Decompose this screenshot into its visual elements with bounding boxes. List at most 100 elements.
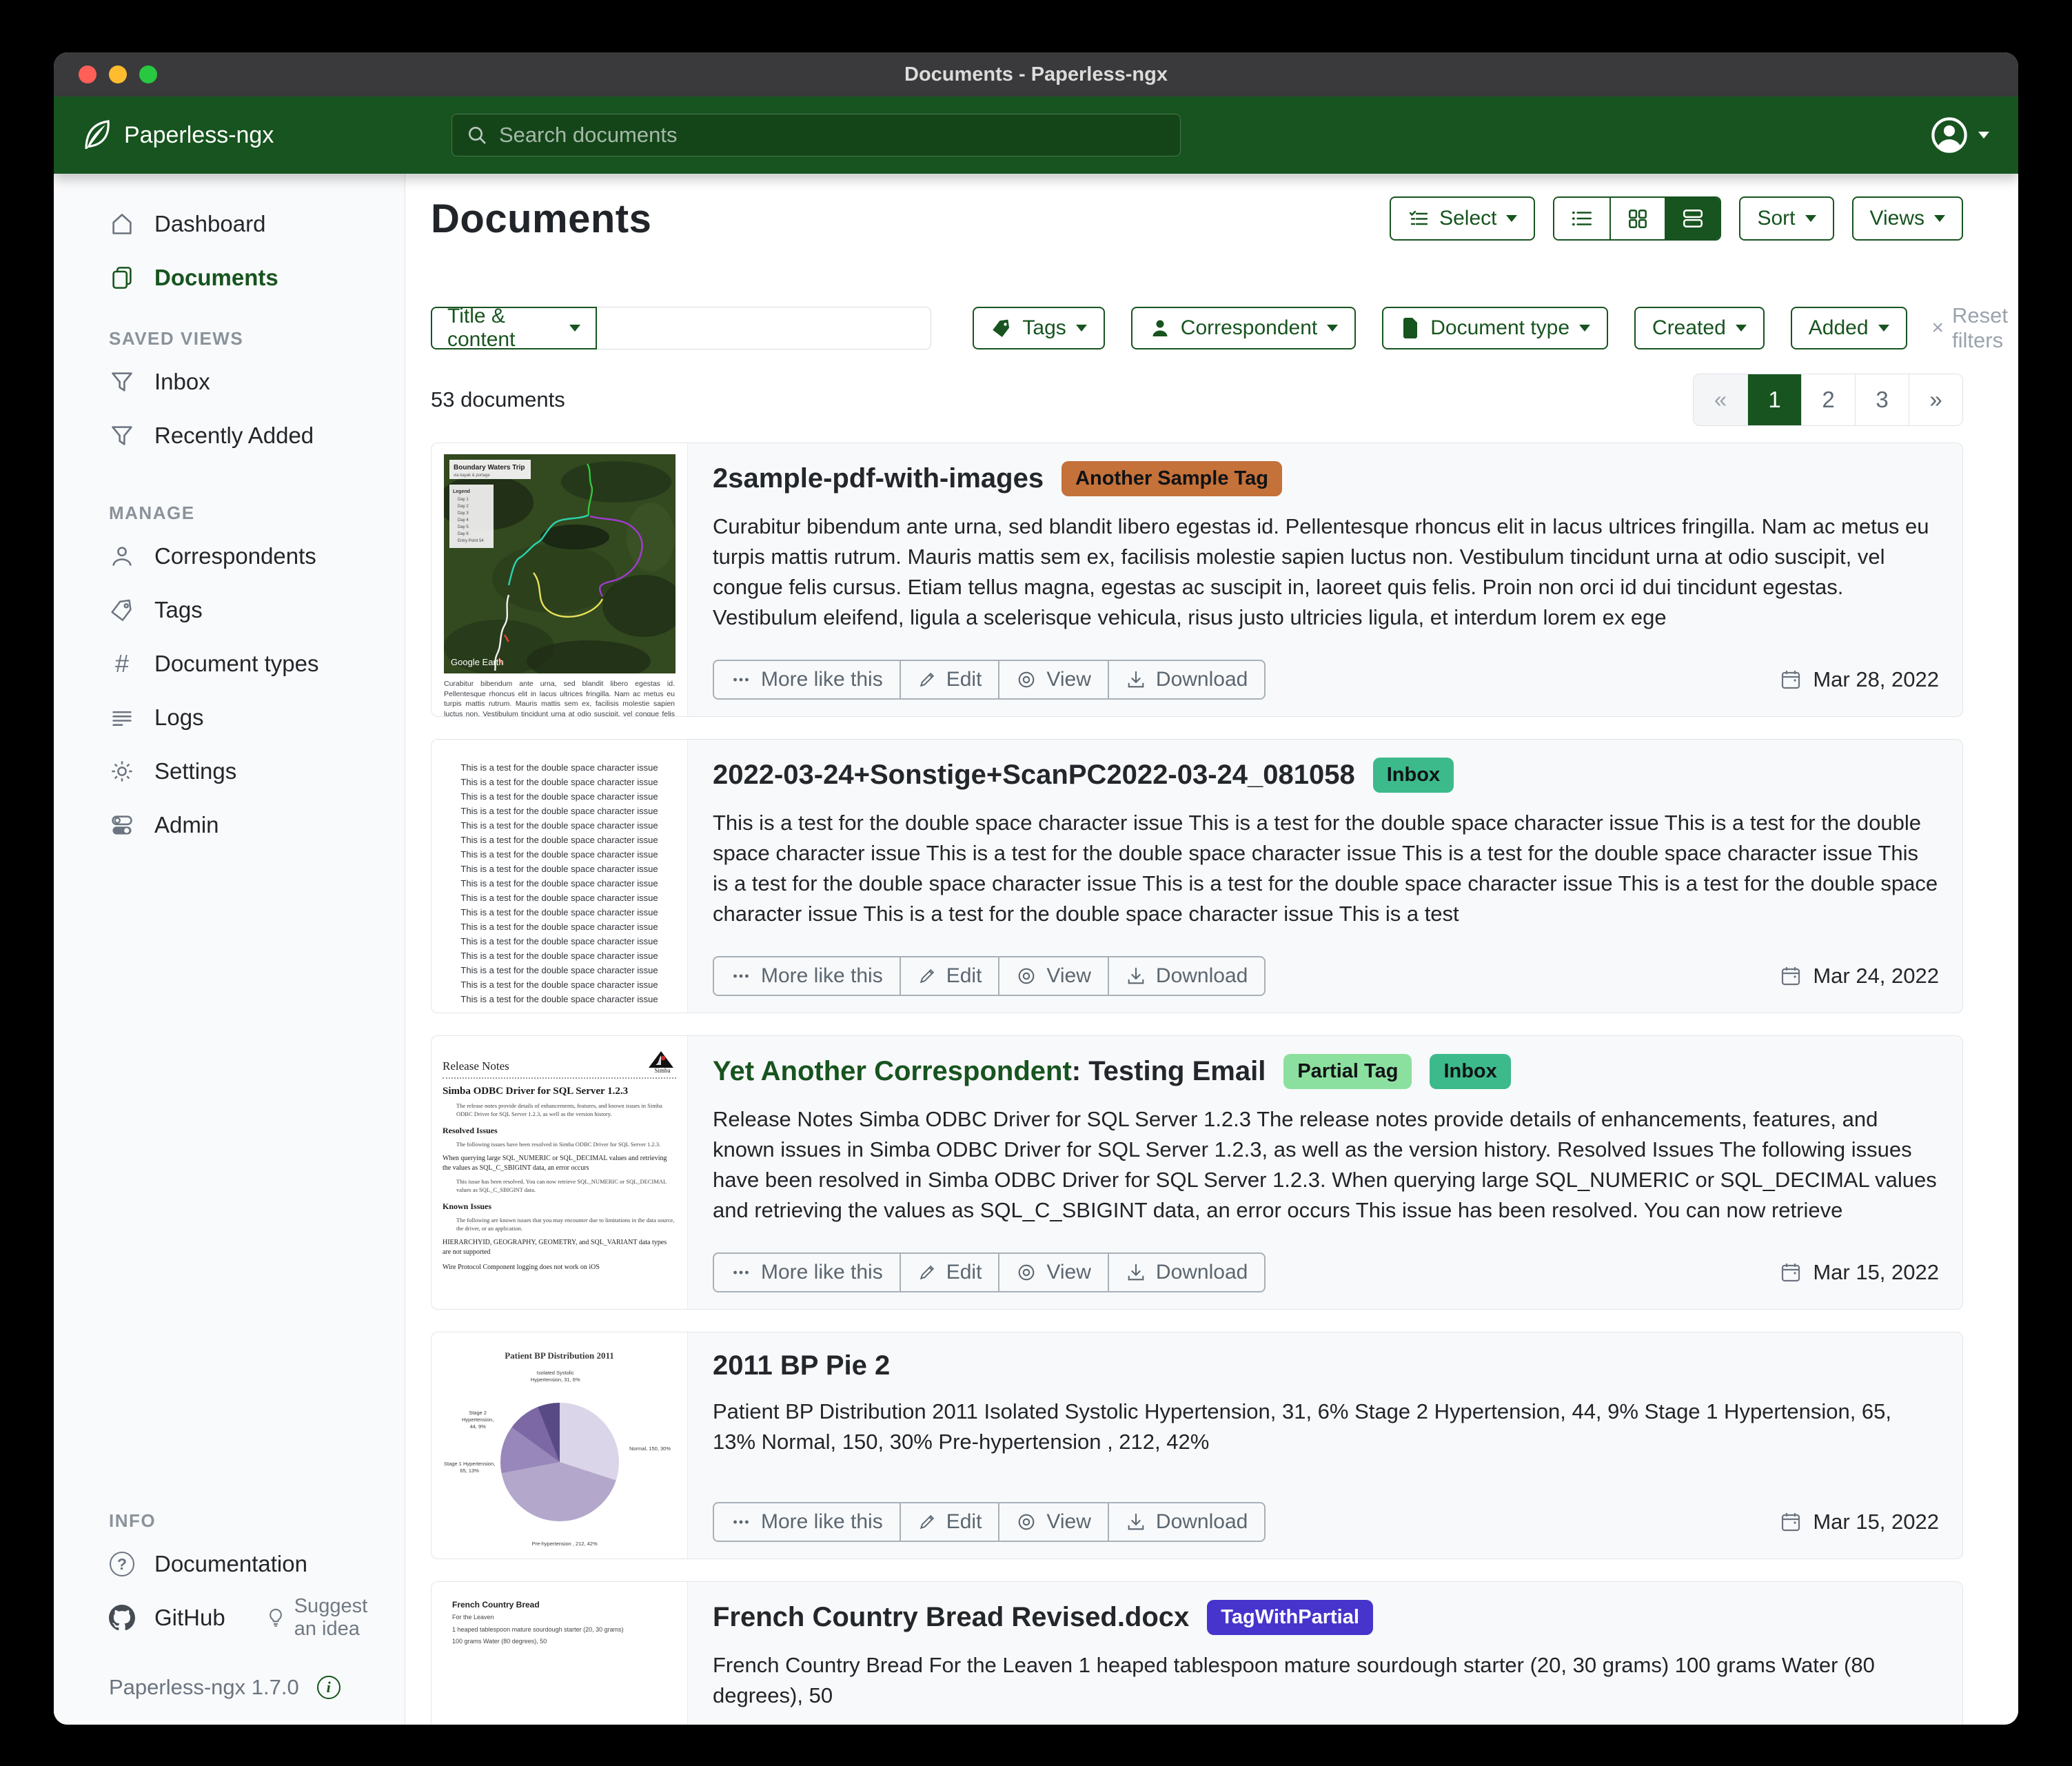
more-like-this-button[interactable]: More like this	[714, 1503, 900, 1541]
search-input[interactable]	[499, 123, 1166, 148]
filter-field-button[interactable]: Title & content	[431, 305, 597, 351]
document-thumbnail[interactable]: Boundary Waters Trip via kayak & portage…	[431, 443, 688, 716]
download-button[interactable]: Download	[1107, 1254, 1264, 1291]
pagination-page-1[interactable]: 1	[1747, 374, 1801, 425]
svg-text:Day 6: Day 6	[458, 532, 469, 536]
view-detail-button[interactable]	[1665, 198, 1720, 239]
select-button[interactable]: Select	[1390, 196, 1536, 241]
document-thumbnail[interactable]: Patient BP Distribution 2011 Isolated Sy…	[431, 1332, 688, 1559]
edit-button[interactable]: Edit	[899, 1254, 999, 1291]
document-title[interactable]: French Country Bread Revised.docx	[713, 1602, 1189, 1633]
document-correspondent[interactable]: Yet Another Correspondent	[713, 1056, 1072, 1086]
info-icon[interactable]: i	[316, 1676, 341, 1699]
user-menu[interactable]	[1930, 116, 1989, 154]
filter-text-input[interactable]	[596, 307, 932, 349]
sidebar-item-tags[interactable]: Tags	[109, 583, 385, 637]
github-icon	[109, 1605, 135, 1631]
eye-icon	[1016, 669, 1037, 690]
suggest-idea-link[interactable]: Suggest an idea	[265, 1595, 385, 1641]
tag-badge[interactable]: TagWithPartial	[1207, 1600, 1373, 1635]
document-thumbnail[interactable]: Release Notes Simba Simba ODBC Driver fo…	[431, 1036, 688, 1309]
brand-label: Paperless-ngx	[124, 121, 274, 148]
maximize-window-icon[interactable]	[139, 65, 157, 83]
sidebar-item-correspondents[interactable]: Correspondents	[109, 529, 385, 583]
sidebar-item-logs[interactable]: Logs	[109, 691, 385, 744]
more-like-this-button[interactable]: More like this	[714, 957, 900, 995]
download-icon	[1126, 1512, 1146, 1532]
three-dots-icon	[731, 1262, 751, 1283]
document-count: 53 documents	[431, 387, 565, 412]
pie-label: Pre-hypertension , 212, 42%	[531, 1541, 598, 1547]
thumb-pie-title: Patient BP Distribution 2011	[505, 1350, 614, 1361]
sort-button[interactable]: Sort	[1739, 196, 1834, 241]
pagination-page-2[interactable]: 2	[1801, 374, 1855, 425]
pagination-page-3[interactable]: 3	[1855, 374, 1909, 425]
thumb-release-intro: The release notes provide details of enh…	[456, 1102, 662, 1118]
document-card: Release Notes Simba Simba ODBC Driver fo…	[431, 1035, 1963, 1310]
document-thumbnail[interactable]: This is a test for the double space char…	[431, 740, 688, 1013]
filter-document-type-button[interactable]: Document type	[1382, 307, 1609, 349]
thumb-release-known2: Wire Protocol Component logging does not…	[443, 1263, 600, 1272]
reset-filters-button[interactable]: × Reset filters	[1932, 303, 2009, 353]
sidebar-item-inbox[interactable]: Inbox	[109, 355, 385, 409]
view-button[interactable]: View	[998, 1503, 1107, 1541]
thumb-release-resolved: Resolved Issues	[443, 1125, 498, 1135]
sidebar-item-recently-added[interactable]: Recently Added	[109, 409, 385, 463]
thumb-release-issue-body: This issue has been resolved. You can no…	[456, 1177, 667, 1194]
tag-badge[interactable]: Inbox	[1372, 758, 1454, 793]
edit-button[interactable]: Edit	[899, 957, 999, 995]
minimize-window-icon[interactable]	[109, 65, 127, 83]
close-icon: ×	[1931, 316, 1944, 339]
more-like-this-button[interactable]: More like this	[714, 661, 900, 698]
sidebar-item-admin[interactable]: Admin	[109, 798, 385, 852]
global-search[interactable]	[451, 114, 1181, 156]
sidebar-item-github[interactable]: GitHub	[109, 1591, 225, 1645]
download-button[interactable]: Download	[1107, 661, 1264, 698]
document-list: Boundary Waters Trip via kayak & portage…	[431, 443, 1963, 1725]
chevron-down-icon	[1579, 325, 1591, 332]
filter-correspondent-button[interactable]: Correspondent	[1130, 307, 1357, 349]
pagination-next[interactable]: »	[1909, 374, 1962, 425]
page-title: Documents	[431, 196, 652, 241]
document-title[interactable]: 2022-03-24+Sonstige+ScanPC2022-03-24_081…	[713, 760, 1355, 791]
document-title[interactable]: 2011 BP Pie 2	[713, 1350, 890, 1381]
tag-badge[interactable]: Inbox	[1430, 1054, 1511, 1089]
filter-added-button[interactable]: Added	[1790, 307, 1907, 349]
sidebar-item-settings[interactable]: Settings	[109, 744, 385, 798]
filter-created-button[interactable]: Created	[1634, 307, 1765, 349]
document-thumbnail[interactable]: French Country Bread For the Leaven 1 he…	[431, 1582, 688, 1725]
close-window-icon[interactable]	[79, 65, 97, 83]
views-button[interactable]: Views	[1851, 196, 1963, 241]
tag-filled-icon	[991, 317, 1013, 339]
brand[interactable]: Paperless-ngx	[83, 120, 451, 150]
sidebar-item-dashboard[interactable]: Dashboard	[109, 197, 385, 251]
more-like-this-label: More like this	[761, 668, 883, 691]
filter-added-label: Added	[1808, 316, 1869, 339]
view-button[interactable]: View	[998, 661, 1107, 698]
version-label: Paperless-ngx 1.7.0	[109, 1675, 299, 1699]
sidebar-item-document-types[interactable]: # Document types	[109, 637, 385, 691]
view-button[interactable]: View	[998, 957, 1107, 995]
thumb-bread-title: French Country Bread	[452, 1600, 540, 1610]
edit-label: Edit	[946, 1261, 982, 1283]
download-button[interactable]: Download	[1107, 1503, 1264, 1541]
document-excerpt: This is a test for the double space char…	[713, 811, 1938, 926]
view-grid-button[interactable]	[1609, 198, 1665, 239]
document-title[interactable]: Yet Another Correspondent: Testing Email	[713, 1056, 1266, 1087]
filter-tags-button[interactable]: Tags	[973, 307, 1105, 349]
document-excerpt: Curabitur bibendum ante urna, sed blandi…	[713, 514, 1929, 629]
sidebar-item-documentation[interactable]: ? Documentation	[109, 1537, 385, 1591]
sidebar-item-documents[interactable]: Documents	[109, 251, 385, 305]
tag-badge[interactable]: Partial Tag	[1283, 1054, 1412, 1089]
document-title[interactable]: 2sample-pdf-with-images	[713, 463, 1044, 494]
view-list-button[interactable]	[1554, 198, 1610, 239]
filter-created-label: Created	[1652, 316, 1726, 339]
more-like-this-button[interactable]: More like this	[714, 1254, 900, 1291]
view-button[interactable]: View	[998, 1254, 1107, 1291]
edit-button[interactable]: Edit	[899, 661, 999, 698]
edit-button[interactable]: Edit	[899, 1503, 999, 1541]
pagination-prev[interactable]: «	[1694, 374, 1747, 425]
thumbnail-text: Curabitur bibendum ante urna, sed blandi…	[444, 680, 675, 716]
tag-badge[interactable]: Another Sample Tag	[1062, 461, 1282, 496]
download-button[interactable]: Download	[1107, 957, 1264, 995]
